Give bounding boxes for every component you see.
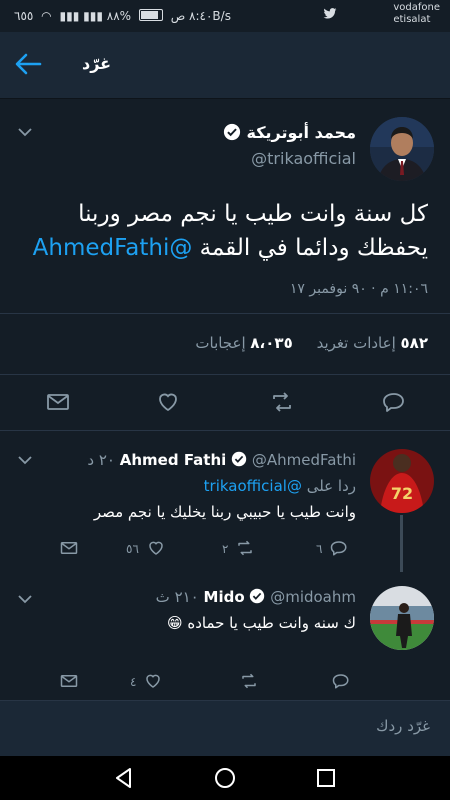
reply-composer[interactable]: غرّد ردك xyxy=(0,700,450,757)
reply-input-placeholder[interactable]: غرّد ردك xyxy=(376,717,430,735)
like-icon xyxy=(148,541,163,555)
retweet-icon xyxy=(238,540,253,556)
reply-action-like[interactable]: ٥٦ xyxy=(126,539,165,559)
mention-link[interactable]: @AhmedFathi xyxy=(33,235,193,261)
main-tweet: محمد أبوتريكة @trikaofficial كل سنة وانت… xyxy=(0,99,450,431)
chevron-down-icon[interactable] xyxy=(18,455,32,465)
reply-action-retweet[interactable]: ٢ xyxy=(222,539,254,559)
status-left: ٨:٤٠ ص %٨٨ ▮▮▮ ▮▮▮ ◠ ٦٥٥B/s xyxy=(10,9,231,23)
avatar[interactable] xyxy=(370,117,434,181)
author-name-text: محمد أبوتريكة xyxy=(246,123,356,142)
message-icon xyxy=(60,542,78,554)
back-arrow-icon xyxy=(15,53,42,75)
status-bar: ٨:٤٠ ص %٨٨ ▮▮▮ ▮▮▮ ◠ ٦٥٥B/s vodafone eti… xyxy=(0,0,450,32)
reply-author-handle[interactable]: @midoahm xyxy=(270,588,356,606)
reply-action-reply[interactable] xyxy=(332,672,350,692)
reply-avatar[interactable] xyxy=(370,586,434,650)
reply-action-retweet[interactable] xyxy=(240,672,258,692)
message-icon[interactable] xyxy=(46,390,70,414)
reply-action-message[interactable] xyxy=(60,672,78,692)
reply-icon[interactable] xyxy=(382,390,406,414)
reply-count: ٦ xyxy=(316,542,323,556)
reply-author-handle[interactable]: @AhmedFathi xyxy=(252,451,356,469)
tweet-actions xyxy=(0,374,450,431)
reply-header: Mido @midoahm ٢١٠ ث xyxy=(156,588,356,606)
reply-action-reply[interactable]: ٦ xyxy=(316,539,348,559)
reply-context-label: ردا على xyxy=(306,477,356,495)
chevron-down-icon[interactable] xyxy=(18,127,32,137)
retweets-count[interactable]: ٥٨٢ xyxy=(401,334,428,352)
nav-back-icon[interactable] xyxy=(112,766,136,790)
like-count: ٤ xyxy=(130,675,137,689)
tweet-text-line-1: كل سنة وانت طيب يا نجم مصر وربنا xyxy=(78,201,428,227)
reply-avatar-image: 72 xyxy=(370,449,434,513)
system-nav-bar xyxy=(0,756,450,800)
likes-label[interactable]: إعجابات xyxy=(195,334,245,352)
tweet-text-line-2: يحفظك ودائما في القمة @AhmedFathi xyxy=(28,231,428,265)
top-bar: غرّد xyxy=(0,32,450,99)
verified-icon xyxy=(231,451,247,467)
battery-percent: %٨٨ xyxy=(106,9,132,23)
retweet-icon xyxy=(242,673,256,689)
carrier-2: etisalat xyxy=(393,14,431,25)
tweet-date: ١١:٠٦ م · ٩٠ نوفمبر ١٧ xyxy=(289,281,428,297)
retweets-label[interactable]: إعادات تغريد xyxy=(317,334,396,352)
status-right: vodafone etisalat xyxy=(323,2,440,26)
carrier-1: vodafone xyxy=(393,2,440,13)
svg-text:72: 72 xyxy=(391,484,413,503)
reply-time: ٢٠ د xyxy=(87,451,115,469)
clock: ٨:٤٠ ص xyxy=(170,9,213,23)
reply-header: Ahmed Fathi @AhmedFathi ٢٠ د xyxy=(87,451,356,469)
reply-author-name[interactable]: Mido xyxy=(204,588,245,606)
verified-icon xyxy=(250,588,265,604)
like-count: ٥٦ xyxy=(126,542,139,556)
reply-context-handle[interactable]: @trikaofficial xyxy=(204,477,302,495)
signal-icon: ▮▮▮ ▮▮▮ xyxy=(59,9,103,23)
reply-action-like[interactable]: ٤ xyxy=(130,672,162,692)
chevron-down-icon[interactable] xyxy=(18,594,32,604)
reply-tweet-1[interactable]: 72 Ahmed Fathi @AhmedFathi ٢٠ د ردا على … xyxy=(0,431,450,571)
retweet-count: ٢ xyxy=(222,542,229,556)
reply-icon xyxy=(331,541,347,556)
like-icon[interactable] xyxy=(156,390,180,414)
battery-icon xyxy=(138,9,163,21)
verified-icon xyxy=(223,123,241,141)
back-button[interactable] xyxy=(14,52,42,76)
author-handle[interactable]: @trikaofficial xyxy=(251,149,356,168)
reply-icon xyxy=(332,674,349,689)
avatar-image xyxy=(370,117,434,181)
tweet-stats: ٥٨٢ إعادات تغريد ٨،٠٣٥ إعجابات xyxy=(0,313,450,375)
tweet-text: كل سنة وانت طيب يا نجم مصر وربنا يحفظك و… xyxy=(28,197,428,265)
reply-text: ك سنه وانت طيب يا حماده 😁 xyxy=(166,614,356,632)
reply-tweet-2[interactable]: Mido @midoahm ٢١٠ ث ك سنه وانت طيب يا حم… xyxy=(0,572,450,700)
reply-text: وانت طيب يا حبيبي ربنا يخليك يا نجم مصر xyxy=(93,503,356,521)
reply-avatar-image xyxy=(370,586,434,650)
page-title: غرّد xyxy=(82,54,112,73)
wifi-icon: ◠ xyxy=(41,9,52,23)
like-icon xyxy=(146,674,161,688)
message-icon xyxy=(60,675,78,687)
reply-time: ٢١٠ ث xyxy=(155,588,199,606)
likes-count[interactable]: ٨،٠٣٥ xyxy=(250,334,292,352)
author-name[interactable]: محمد أبوتريكة xyxy=(223,123,356,142)
reply-action-message[interactable] xyxy=(60,539,78,559)
tweet-text-line-2-prefix: يحفظك ودائما في القمة xyxy=(199,235,428,261)
retweet-icon[interactable] xyxy=(270,390,294,414)
nav-home-icon[interactable] xyxy=(213,766,237,790)
twitter-bird-icon xyxy=(323,8,337,19)
reply-author-name[interactable]: Ahmed Fathi xyxy=(120,451,227,469)
reply-context: ردا على @trikaofficial xyxy=(204,477,356,495)
nav-recents-icon[interactable] xyxy=(314,766,338,790)
reply-avatar[interactable]: 72 xyxy=(370,449,434,513)
